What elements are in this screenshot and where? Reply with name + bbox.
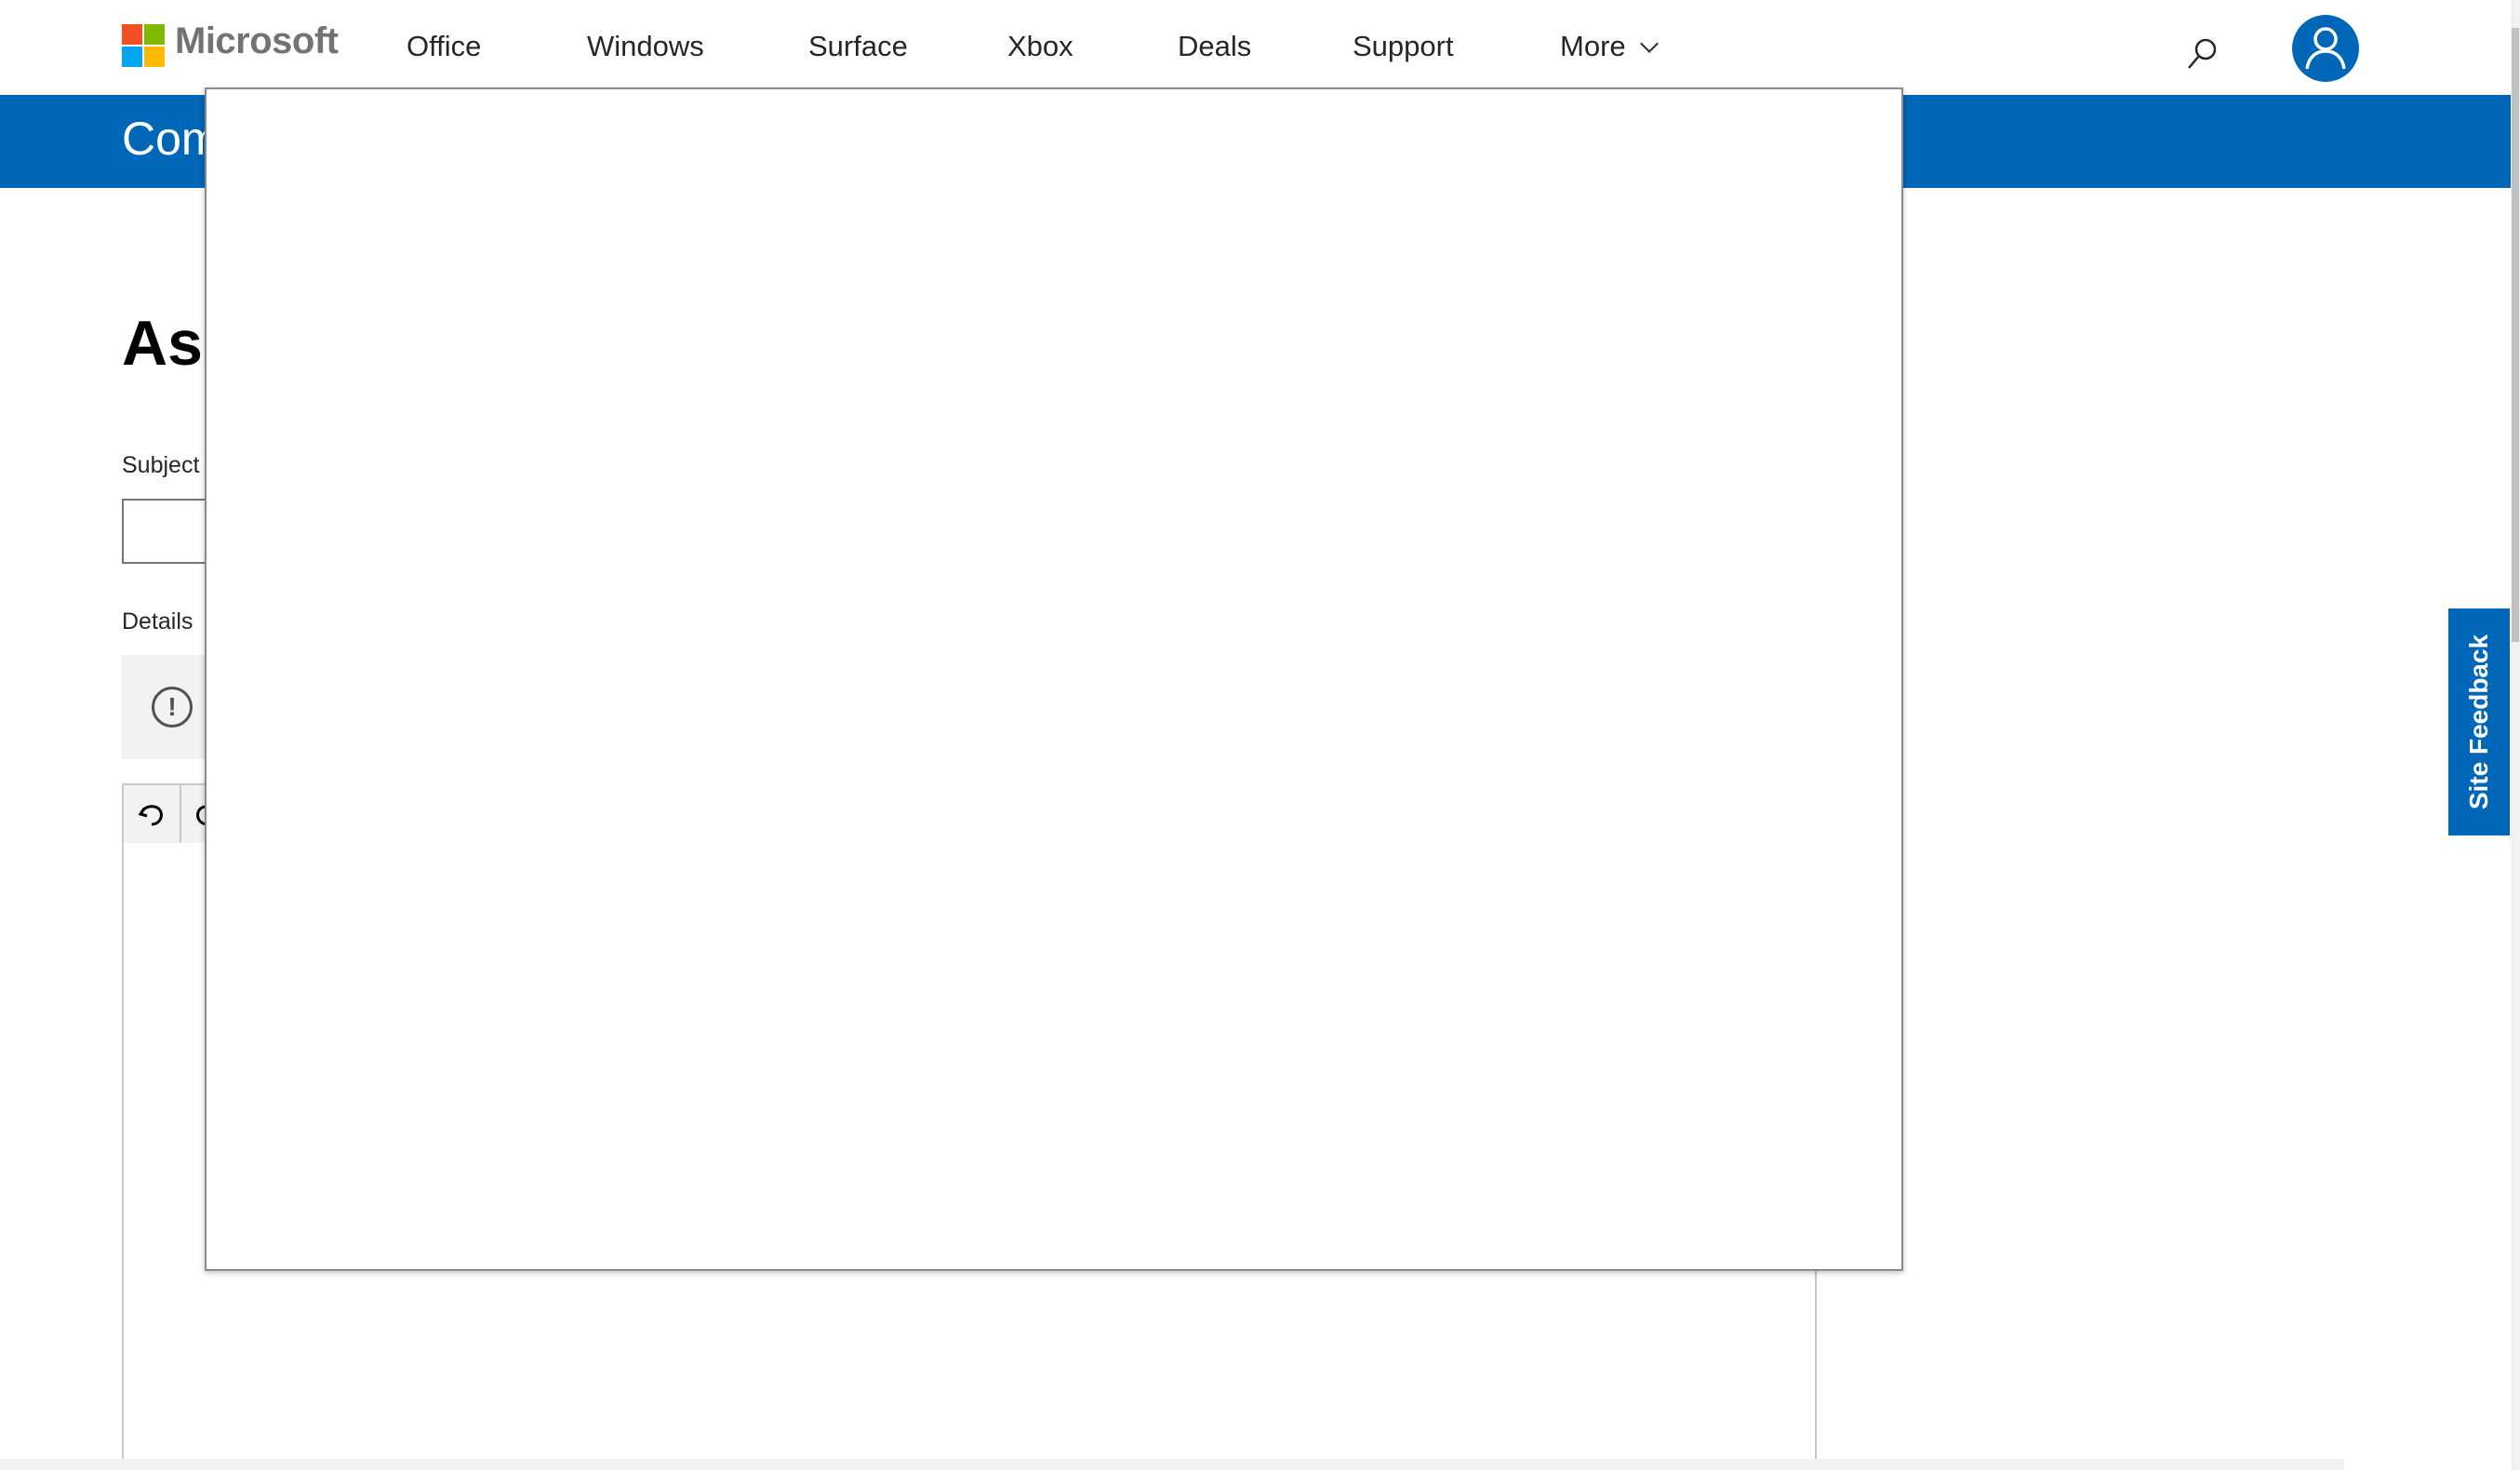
nav-support[interactable]: Support: [1353, 30, 1454, 63]
undo-icon: [138, 805, 163, 826]
search-icon[interactable]: [2186, 37, 2218, 71]
top-navigation: Microsoft Office Windows Surface Xbox De…: [0, 0, 2520, 95]
nav-more[interactable]: More: [1560, 30, 1659, 63]
details-label: Details: [122, 608, 193, 635]
nav-xbox[interactable]: Xbox: [1007, 30, 1073, 63]
nav-office[interactable]: Office: [407, 30, 481, 63]
subject-label: Subject: [122, 452, 200, 478]
site-feedback-tab[interactable]: Site Feedback: [2448, 608, 2510, 835]
vertical-scrollbar-thumb[interactable]: [2512, 28, 2519, 642]
brand-name[interactable]: Microsoft: [175, 20, 339, 62]
nav-deals[interactable]: Deals: [1178, 30, 1251, 63]
nav-windows[interactable]: Windows: [587, 30, 704, 63]
horizontal-scrollbar[interactable]: [0, 1459, 2344, 1470]
modal-dialog[interactable]: [205, 87, 1903, 1271]
nav-more-label: More: [1560, 30, 1626, 62]
site-feedback-label: Site Feedback: [2464, 634, 2493, 810]
microsoft-logo-icon[interactable]: [122, 24, 167, 69]
chevron-down-icon: [1639, 34, 1659, 53]
undo-button[interactable]: [124, 785, 181, 843]
user-account-icon: [2305, 27, 2346, 70]
nav-surface[interactable]: Surface: [808, 30, 908, 63]
account-avatar[interactable]: [2292, 15, 2359, 82]
alert-circle-icon: !: [152, 687, 193, 728]
